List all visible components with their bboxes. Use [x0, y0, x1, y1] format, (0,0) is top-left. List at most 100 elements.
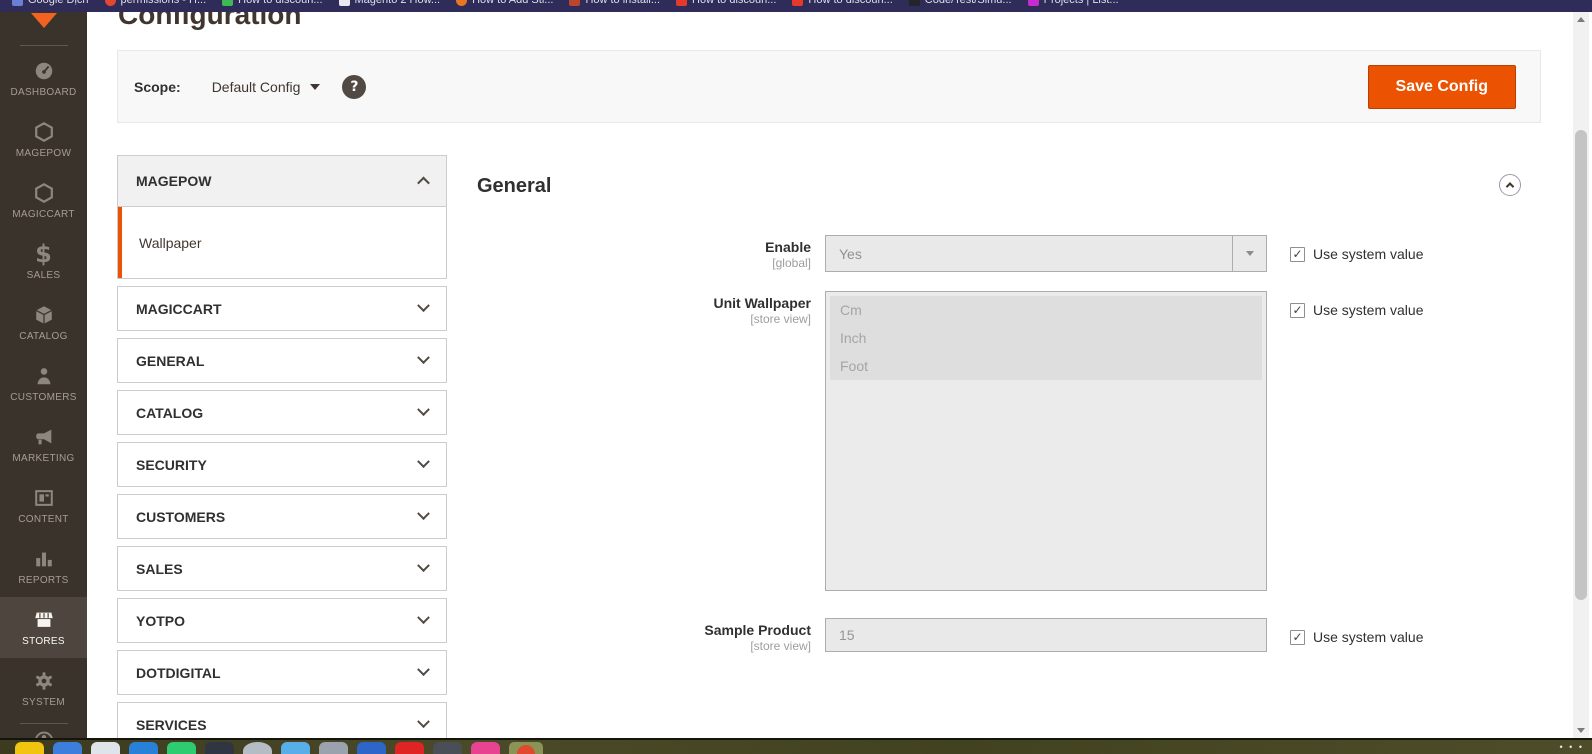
sidebar-item-magepow[interactable]: MAGEPOW — [0, 109, 87, 170]
dock-icon[interactable] — [243, 742, 272, 754]
collapse-section-button[interactable] — [1499, 174, 1521, 196]
use-system-value-toggle[interactable]: ✓ Use system value — [1290, 246, 1423, 262]
sidebar-item-customers[interactable]: CUSTOMERS — [0, 353, 87, 414]
youtube-favicon-icon — [676, 0, 687, 6]
bookmark-item[interactable]: How to Add Sti... — [456, 0, 553, 6]
scrollbar-thumb[interactable] — [1575, 130, 1587, 600]
active-app-icon — [517, 745, 535, 754]
bookmark-item[interactable]: How to discoun... — [676, 0, 776, 6]
magento-logo-icon[interactable] — [31, 13, 57, 28]
save-config-button[interactable]: Save Config — [1368, 65, 1516, 109]
help-icon[interactable]: ? — [342, 75, 366, 99]
dock-icon[interactable] — [433, 742, 462, 754]
translate-favicon-icon — [12, 0, 23, 6]
bookmark-item[interactable]: How to discoun... — [222, 0, 322, 6]
sidebar-item-reports[interactable]: REPORTS — [0, 536, 87, 597]
admin-sidebar: DASHBOARD MAGEPOW MAGICCART $ SALES CATA… — [0, 12, 87, 738]
sidebar-item-magiccart[interactable]: MAGICCART — [0, 170, 87, 231]
sidebar-item-content[interactable]: CONTENT — [0, 475, 87, 536]
sidebar-item-stores[interactable]: STORES — [0, 597, 87, 658]
hexagon-icon — [33, 182, 55, 204]
dock-icon[interactable] — [205, 742, 234, 754]
nav-header-services[interactable]: SERVICES — [118, 703, 446, 738]
chevron-up-icon — [417, 176, 430, 189]
select-caret-icon — [1246, 251, 1254, 256]
bookmark-item[interactable]: Google Dịch — [12, 0, 89, 6]
nav-section-services: SERVICES — [117, 702, 447, 738]
nav-header-magepow[interactable]: MAGEPOW — [118, 156, 446, 207]
nav-section-customers: CUSTOMERS — [117, 494, 447, 539]
section-title: General — [477, 175, 551, 198]
dock-icon[interactable] — [129, 742, 158, 754]
multiselect-option[interactable]: Cm — [830, 296, 1262, 324]
field-scope-note: [global] — [87, 256, 811, 270]
favicon-icon — [456, 0, 467, 6]
bookmark-item[interactable]: permissions - H... — [105, 0, 207, 6]
nav-header-security[interactable]: SECURITY — [118, 443, 446, 486]
sidebar-item-system[interactable]: SYSTEM — [0, 658, 87, 719]
dock-icon[interactable] — [319, 742, 348, 754]
bookmark-item[interactable]: How to install... — [569, 0, 660, 6]
scope-value: Default Config — [212, 79, 301, 95]
dock-icon[interactable] — [357, 742, 386, 754]
select-caret-box — [1232, 236, 1266, 271]
dollar-icon: $ — [35, 243, 52, 265]
chevron-down-icon — [417, 403, 430, 416]
dock-icon[interactable] — [281, 742, 310, 754]
divider — [20, 723, 68, 724]
dock-icon-active[interactable] — [509, 742, 543, 754]
checkbox[interactable]: ✓ — [1290, 303, 1305, 318]
checkbox[interactable]: ✓ — [1290, 630, 1305, 645]
sample-product-input[interactable]: 15 — [825, 618, 1267, 652]
chevron-down-icon — [417, 559, 430, 572]
scrollbar[interactable] — [1573, 12, 1589, 738]
bookmark-item[interactable]: Code/Test/Simu... — [909, 0, 1012, 6]
bookmark-item[interactable]: How to discoun... — [792, 0, 892, 6]
dock-icon[interactable] — [167, 742, 196, 754]
field-scope-note: [store view] — [87, 639, 811, 653]
dock-icon[interactable] — [395, 742, 424, 754]
nav-header-dotdigital[interactable]: DOTDIGITAL — [118, 651, 446, 694]
dock-icon[interactable] — [53, 742, 82, 754]
dock-overflow-dots: • • • — [1560, 742, 1584, 752]
scope-label: Scope: — [134, 79, 181, 95]
scroll-down-icon[interactable] — [1577, 728, 1585, 733]
divider — [20, 45, 68, 46]
nav-section-general: GENERAL — [117, 338, 447, 383]
nav-section-sales: SALES — [117, 546, 447, 591]
multiselect-option[interactable]: Foot — [830, 352, 1262, 380]
chevron-down-icon — [417, 663, 430, 676]
scope-switcher[interactable]: Default Config — [212, 79, 321, 95]
dock-icon[interactable] — [91, 742, 120, 754]
nav-header-customers[interactable]: CUSTOMERS — [118, 495, 446, 538]
sidebar-item-sales[interactable]: $ SALES — [0, 231, 87, 292]
favicon-icon — [569, 0, 580, 6]
browser-bookmarks-bar: Google Dịch permissions - H... How to di… — [0, 0, 1592, 12]
page-actions-bar: Scope: Default Config ? Save Config — [117, 50, 1541, 123]
bookmark-item[interactable]: Magento 2 How... — [339, 0, 441, 6]
multiselect-option[interactable]: Inch — [830, 324, 1262, 352]
sidebar-item-dashboard[interactable]: DASHBOARD — [0, 48, 87, 109]
enable-select[interactable]: Yes — [825, 235, 1267, 272]
dock-icon[interactable] — [15, 742, 44, 754]
sidebar-item-catalog[interactable]: CATALOG — [0, 292, 87, 353]
checkbox[interactable]: ✓ — [1290, 247, 1305, 262]
nav-header-general[interactable]: GENERAL — [118, 339, 446, 382]
nav-section-catalog: CATALOG — [117, 390, 447, 435]
nav-header-catalog[interactable]: CATALOG — [118, 391, 446, 434]
page-title: Configuration — [118, 12, 302, 30]
nav-header-sales[interactable]: SALES — [118, 547, 446, 590]
youtube-favicon-icon — [792, 0, 803, 6]
dock-icon[interactable] — [471, 742, 500, 754]
unit-wallpaper-multiselect[interactable]: Cm Inch Foot — [825, 291, 1267, 591]
sidebar-item-marketing[interactable]: MARKETING — [0, 414, 87, 475]
use-system-value-toggle[interactable]: ✓ Use system value — [1290, 629, 1423, 645]
scroll-up-icon[interactable] — [1577, 17, 1585, 22]
bookmark-item[interactable]: Projects | List... — [1028, 0, 1119, 6]
chevron-down-icon — [417, 351, 430, 364]
chevron-down-icon — [310, 84, 320, 90]
storefront-icon — [33, 609, 55, 631]
field-label: Sample Product — [87, 622, 811, 638]
use-system-value-toggle[interactable]: ✓ Use system value — [1290, 302, 1423, 318]
favicon-icon — [105, 0, 116, 6]
